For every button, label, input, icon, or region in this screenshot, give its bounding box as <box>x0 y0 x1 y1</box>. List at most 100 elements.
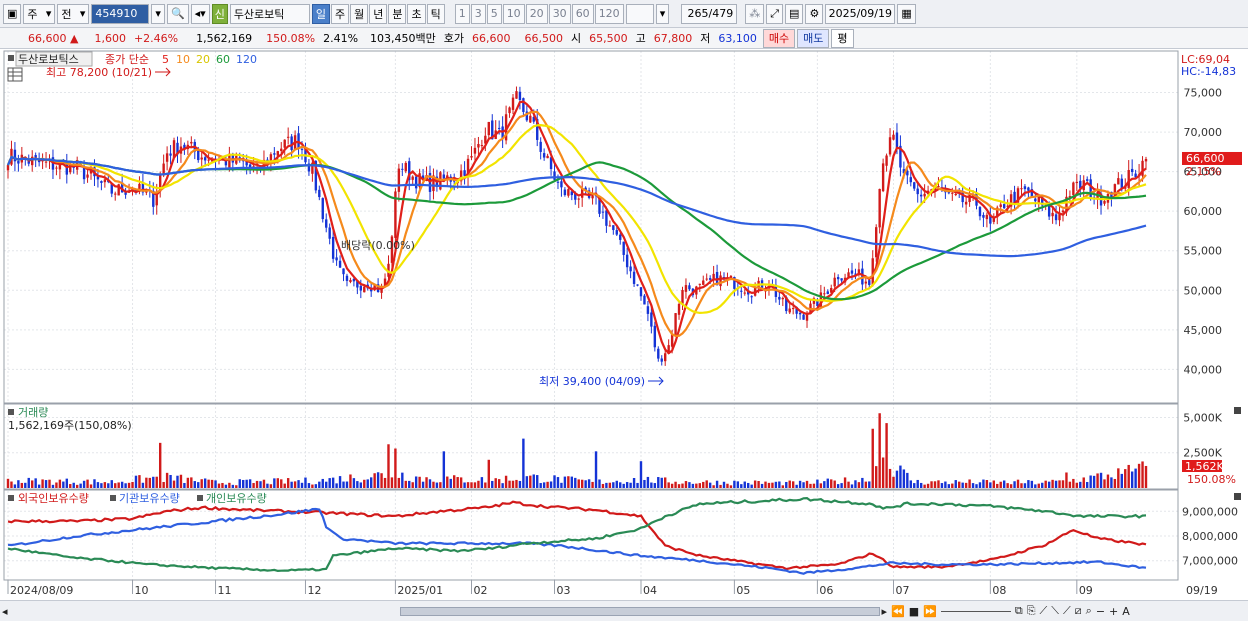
chevron-down-icon: ▾ <box>79 7 86 20</box>
tab-period-5[interactable]: 초 <box>407 3 426 24</box>
period-select[interactable]: 주 ▾ <box>23 3 56 24</box>
volume-bar <box>487 459 490 488</box>
speaker-icon[interactable]: ◂▾ <box>190 3 210 24</box>
tab-period-6[interactable]: 틱 <box>426 3 445 24</box>
volume-bar <box>712 485 715 488</box>
volume-bar <box>20 482 24 488</box>
volume-bar <box>376 472 380 488</box>
rewind-icon[interactable]: ⏪ <box>891 605 905 618</box>
window-icon[interactable]: ⧉ <box>1015 604 1023 618</box>
custom-period-input[interactable] <box>625 3 654 24</box>
panel-close-icon[interactable] <box>1234 407 1241 414</box>
price-change-pct: +2.46% <box>133 31 179 45</box>
tab-minute-60[interactable]: 60 <box>571 3 594 24</box>
candle-body <box>1034 198 1037 202</box>
volume-bar <box>338 476 342 488</box>
date-tick-label: 09 <box>1079 584 1093 597</box>
channel-tool-icon[interactable]: ⧄ <box>1075 604 1082 618</box>
volume-bar <box>148 477 152 488</box>
candle-body <box>283 139 286 148</box>
speed-slider[interactable] <box>940 610 1011 612</box>
volume-bar <box>909 480 912 488</box>
crosshair-icon[interactable]: ⤢ <box>766 3 784 24</box>
copy-icon[interactable]: ⎘ <box>1027 604 1036 618</box>
candle-body <box>847 272 850 277</box>
panel-close-icon[interactable] <box>1234 493 1241 500</box>
tab-minute-120[interactable]: 120 <box>594 3 624 24</box>
volume-bar <box>432 481 435 488</box>
volume-bar <box>560 482 563 488</box>
tab-period-0[interactable]: 일 <box>311 3 330 24</box>
save-icon[interactable]: ▤ <box>785 3 804 24</box>
volume-bar <box>134 475 138 488</box>
candle-body <box>985 214 989 220</box>
tab-minute-3[interactable]: 3 <box>470 3 486 24</box>
tab-minute-20[interactable]: 20 <box>525 3 548 24</box>
tab-period-1[interactable]: 주 <box>330 3 350 24</box>
candle-body <box>200 157 203 160</box>
gear-icon[interactable]: ⚙ <box>805 3 824 24</box>
search-icon[interactable]: 🔍 <box>166 3 189 24</box>
hc-label: HC:-14,83 <box>1181 65 1236 78</box>
fib-tool-icon[interactable]: ⟋ <box>1063 604 1071 618</box>
scroll-left-icon[interactable]: ◂ <box>2 605 8 618</box>
volume-bar <box>1099 472 1103 488</box>
volume-bar <box>44 480 48 488</box>
forward-icon[interactable]: ⏩ <box>923 605 937 618</box>
volume-bar <box>1034 484 1037 488</box>
trend-tool-icon[interactable]: ⟍ <box>1051 604 1059 618</box>
tab-minute-5[interactable]: 5 <box>486 3 502 24</box>
date-input[interactable]: 2025/09/19 <box>825 3 896 24</box>
count-input[interactable]: 265/479 <box>681 3 738 24</box>
volume-bar <box>145 477 148 488</box>
average-button[interactable]: 평 <box>831 28 854 48</box>
date-tick-label: 10 <box>135 584 149 597</box>
calendar-icon[interactable]: ▦ <box>897 3 916 24</box>
buy-button[interactable]: 매수 <box>762 28 796 48</box>
candle-body <box>1085 179 1089 181</box>
zoom-in-button[interactable]: + <box>1109 605 1118 618</box>
volume-bar <box>570 476 574 488</box>
volume-bar <box>854 480 857 488</box>
volume-bar <box>892 476 895 488</box>
auto-scale-button[interactable]: A <box>1122 605 1130 618</box>
prev-select[interactable]: 전 ▾ <box>57 3 90 24</box>
volume-bar <box>79 483 82 488</box>
volume-bar <box>114 483 117 488</box>
volume-bar <box>276 478 279 488</box>
tab-minute-1[interactable]: 1 <box>454 3 470 24</box>
volume-bar <box>1110 477 1113 488</box>
tab-period-2[interactable]: 월 <box>350 3 369 24</box>
period-dropdown-icon[interactable]: ▾ <box>655 3 670 24</box>
code-dropdown-icon[interactable]: ▾ <box>151 3 165 24</box>
scroll-thumb[interactable] <box>399 606 880 616</box>
volume-bar <box>169 474 172 488</box>
stock-name-field[interactable]: 두산로보틱 <box>229 3 310 24</box>
volume-bar <box>1027 480 1030 488</box>
volume-bar <box>1020 483 1023 488</box>
zoom-icon[interactable]: ⌕ <box>1086 604 1092 618</box>
table-icon[interactable] <box>7 67 23 82</box>
line-tool-icon[interactable]: ⟋ <box>1040 604 1048 618</box>
candle-body <box>338 260 342 268</box>
volume-bar <box>791 481 795 488</box>
volume-bar <box>421 481 425 488</box>
stock-code-input[interactable]: 454910 <box>91 3 150 24</box>
volume-bar <box>290 481 293 488</box>
layout-icon[interactable]: ▣ <box>3 3 22 24</box>
volume-bar <box>1134 468 1137 488</box>
volume-bar <box>34 478 37 488</box>
stock-chart[interactable]: 40,00045,00050,00055,00060,00065,00070,0… <box>0 49 1248 600</box>
zoom-out-button[interactable]: − <box>1096 605 1105 618</box>
grid-icon[interactable]: ⁂ <box>745 3 765 24</box>
candle-body <box>1144 158 1148 162</box>
sell-button[interactable]: 매도 <box>797 28 830 48</box>
stop-icon[interactable]: ■ <box>909 605 919 618</box>
volume-bar <box>459 477 463 488</box>
tab-period-3[interactable]: 년 <box>369 3 388 24</box>
tab-period-4[interactable]: 분 <box>388 3 407 24</box>
scroll-right-icon[interactable]: ▸ <box>882 605 888 618</box>
tab-minute-30[interactable]: 30 <box>548 3 571 24</box>
tab-minute-10[interactable]: 10 <box>502 3 525 24</box>
candle-body <box>826 291 829 294</box>
